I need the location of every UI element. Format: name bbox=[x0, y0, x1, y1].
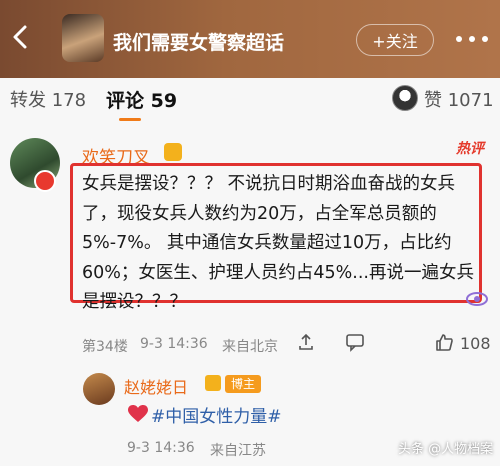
tab-likes[interactable]: 赞 1071 bbox=[424, 86, 494, 112]
comment-text: 女兵是摆设？？？ 不说抗日时期浴血奋战的女兵了，现役女兵人数约为20万，占全军总… bbox=[82, 174, 474, 312]
hot-comment-badge: 热评 bbox=[456, 141, 484, 157]
liker-avatar bbox=[392, 85, 418, 111]
supertopic-avatar[interactable] bbox=[62, 14, 104, 62]
sticker-icon bbox=[466, 292, 488, 306]
topic-link[interactable]: #中国女性力量# bbox=[151, 402, 282, 427]
comment-location: 来自北京 bbox=[222, 339, 278, 355]
follow-button[interactable]: +关注 bbox=[356, 24, 434, 56]
crown-icon bbox=[164, 143, 182, 161]
user-badge-icon bbox=[34, 170, 56, 192]
thumb-up-icon[interactable] bbox=[434, 332, 454, 352]
crown-icon bbox=[205, 375, 221, 391]
share-icon[interactable] bbox=[296, 332, 316, 352]
reply-username[interactable]: 赵姥姥日 bbox=[124, 374, 188, 398]
reply-location: 来自江苏 bbox=[210, 443, 266, 459]
heart-icon bbox=[128, 405, 148, 422]
reply-avatar[interactable] bbox=[83, 373, 115, 405]
back-arrow-icon[interactable] bbox=[6, 22, 36, 52]
tab-repost[interactable]: 转发 178 bbox=[10, 86, 86, 112]
comment-floor: 第34楼 bbox=[82, 339, 128, 355]
page-title: 我们需要女警察超话 bbox=[113, 32, 285, 54]
comment-time: 9-3 14:36 bbox=[140, 336, 208, 352]
author-badge: 博主 bbox=[225, 375, 262, 393]
active-tab-indicator bbox=[119, 118, 141, 121]
reply-time: 9-3 14:36 bbox=[127, 440, 195, 456]
comment-like-count: 108 bbox=[460, 334, 491, 353]
tab-comments[interactable]: 评论 59 bbox=[106, 86, 177, 113]
more-icon[interactable] bbox=[456, 36, 488, 44]
watermark: 头条 @人物档案 bbox=[398, 442, 494, 457]
comment-icon[interactable] bbox=[345, 332, 365, 352]
